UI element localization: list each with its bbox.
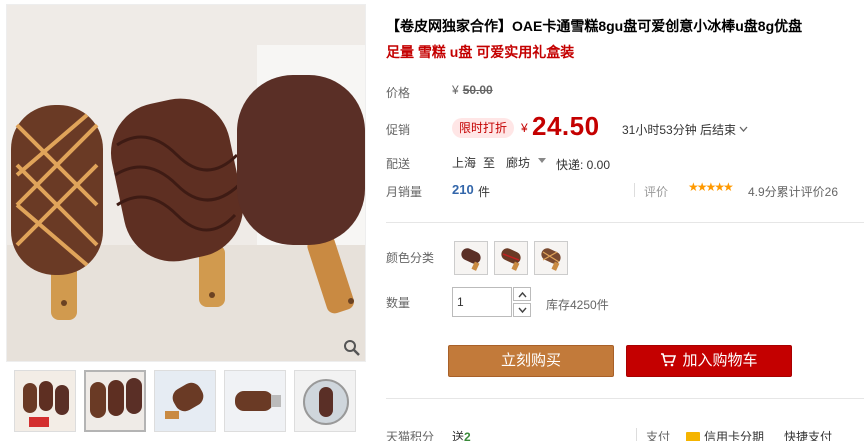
promo-countdown-text: 31小时53分钟 后结束 [622,123,737,137]
chevron-down-icon [739,126,748,132]
chevron-down-icon [518,307,527,314]
credit-card-installment-label: 信用卡分期 [704,430,765,441]
shipping-destination-select[interactable]: 廊坊 [506,154,530,171]
add-to-cart-label: 加入购物车 [682,352,758,369]
ice-cream-usb-illustration [7,5,365,361]
original-price-currency: ¥ [452,83,459,97]
thumbnail-5[interactable] [294,370,356,432]
divider [636,428,637,441]
shipping-from: 上海 [452,156,477,170]
stock-count: 库存4250件 [546,298,609,312]
color-swatch-3[interactable] [534,241,568,275]
credit-card-installment[interactable]: 信用卡分期 [686,428,764,441]
quantity-input[interactable]: 1 [452,287,512,317]
promo-countdown[interactable]: 31小时53分钟 后结束 [622,121,748,138]
thumbnail-2[interactable] [84,370,146,432]
monthly-sales-count: 210 [452,182,474,197]
buy-now-label: 立刻购买 [500,352,561,369]
monthly-sales-label: 月销量 [386,185,423,199]
points-prefix: 送 [452,430,465,441]
product-subtitle: 足量 雪糕 u盘 可爱实用礼盒装 [386,44,575,60]
points-number: 2 [464,430,471,441]
rating-stars: ★★★★★ [688,180,734,194]
product-title[interactable]: 【卷皮网独家合作】OAE卡通雪糕8gu盘可爱创意小冰棒u盘8g优盘 [386,14,856,38]
original-price-value: 50.00 [462,83,493,97]
color-option-label: 颜色分类 [386,251,435,265]
product-gallery [6,4,366,362]
color-swatch-1[interactable] [454,241,488,275]
main-product-image[interactable] [6,4,366,362]
color-swatch-2[interactable] [494,241,528,275]
credit-card-icon [686,432,700,441]
quick-pay[interactable]: 快捷支付 [784,428,832,441]
buy-now-button[interactable]: 立刻购买 [448,345,614,377]
price-label: 价格 [386,86,411,100]
section-divider [386,222,864,223]
payment-label: 支付 [646,430,671,441]
monthly-sales-unit: 件 [478,185,491,199]
original-price: ¥50.00 [452,83,493,97]
shipping-fee: 快递: 0.00 [556,158,611,172]
promo-label: 促销 [386,123,411,137]
thumbnail-4[interactable] [224,370,286,432]
shipping-to-word: 至 [483,156,496,170]
section-divider [386,398,864,399]
points-label: 天猫积分 [386,430,435,441]
shipping-label: 配送 [386,157,411,171]
caret-down-icon[interactable] [538,158,546,163]
thumbnail-1[interactable] [14,370,76,432]
review-score-link[interactable]: 4.9分累计评价26 [748,183,838,200]
thumbnail-strip [6,370,366,436]
thumbnail-3[interactable] [154,370,216,432]
magnifier-icon[interactable] [343,339,361,357]
promo-price-currency: ¥ [521,121,528,135]
add-to-cart-button[interactable]: 加入购物车 [626,345,792,377]
cart-icon [661,352,677,366]
chevron-up-icon [518,291,527,298]
review-label: 评价 [644,185,669,199]
promo-badge: 限时打折 [452,118,515,138]
divider [634,183,635,197]
promo-price: 24.50 [532,111,600,141]
active-thumb-pointer [108,370,120,372]
quantity-decrease-button[interactable] [513,303,531,317]
points-value: 送2 [452,428,471,441]
quantity-increase-button[interactable] [513,287,531,301]
quantity-label: 数量 [386,296,411,310]
